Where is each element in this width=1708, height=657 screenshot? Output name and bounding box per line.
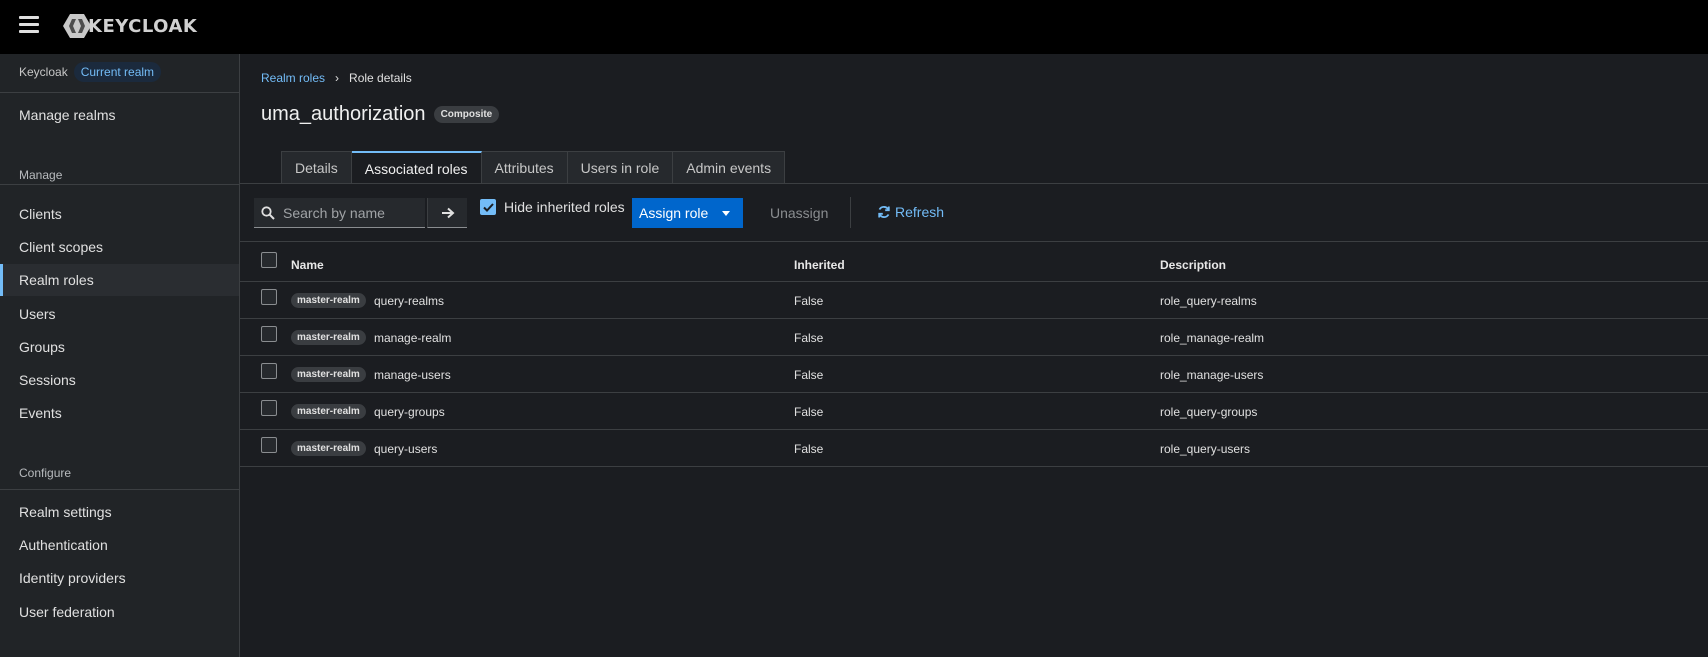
search-icon: [261, 205, 275, 220]
checkmark-icon: [482, 202, 494, 212]
role-name: query-realms: [374, 294, 445, 308]
sidebar-item-users[interactable]: Users: [0, 298, 239, 330]
chevron-right-icon: ›: [335, 71, 340, 85]
role-inherited: False: [794, 294, 824, 308]
masthead: KEYCLOAK: [0, 0, 1708, 54]
row-checkbox[interactable]: [261, 400, 277, 416]
client-badge: master-realm: [291, 441, 366, 456]
tabs-divider: [240, 183, 1708, 184]
arrow-right-icon: [441, 207, 454, 218]
sidebar-divider: [0, 184, 240, 185]
search-box: [254, 198, 425, 228]
role-description: role_query-users: [1160, 442, 1251, 456]
breadcrumb: Realm roles › Role details: [261, 71, 412, 85]
sidebar-item-groups[interactable]: Groups: [0, 331, 239, 363]
realm-selector[interactable]: Keycloak Current realm: [19, 62, 162, 82]
table-top-border: [240, 241, 1708, 242]
sidebar-item-client-scopes[interactable]: Client scopes: [0, 231, 239, 263]
row-checkbox[interactable]: [261, 437, 277, 453]
breadcrumb-current: Role details: [349, 71, 412, 85]
role-description: role_query-groups: [1160, 405, 1258, 419]
tab-users-in-role[interactable]: Users in role: [567, 151, 674, 184]
table-row-border: [240, 355, 1708, 356]
sidebar-item-authentication[interactable]: Authentication: [0, 529, 239, 561]
client-badge: master-realm: [291, 330, 366, 345]
caret-down-icon: [722, 210, 731, 216]
column-header-name[interactable]: Name: [291, 258, 324, 272]
sidebar-item-manage-realms[interactable]: Manage realms: [0, 99, 239, 131]
assign-role-label: Assign role: [639, 205, 709, 221]
hide-inherited-roles-toggle: Hide inherited roles: [480, 199, 625, 215]
role-description: role_manage-realm: [1160, 331, 1265, 345]
page-title: uma_authorization: [261, 103, 426, 125]
toolbar-divider: [850, 197, 851, 228]
search-submit-button[interactable]: [427, 198, 467, 228]
sidebar-item-identity-providers[interactable]: Identity providers: [0, 562, 239, 594]
sidebar-item-sessions[interactable]: Sessions: [0, 364, 239, 396]
role-name: query-users: [374, 442, 438, 456]
tab-associated-roles[interactable]: Associated roles: [351, 151, 482, 184]
tab-attributes[interactable]: Attributes: [481, 151, 568, 184]
table-row-border: [240, 429, 1708, 430]
refresh-button[interactable]: Refresh: [877, 204, 944, 220]
hamburger-menu-icon[interactable]: [19, 16, 39, 33]
tab-bar: Details Associated roles Attributes User…: [281, 151, 786, 184]
role-description: role_manage-users: [1160, 368, 1264, 382]
logo-text: KEYCLOAK: [88, 15, 198, 37]
client-badge: master-realm: [291, 404, 366, 419]
keycloak-logo[interactable]: KEYCLOAK: [62, 13, 197, 39]
sidebar-item-user-federation[interactable]: User federation: [0, 596, 239, 628]
role-name: query-groups: [374, 405, 445, 419]
sidebar-divider: [0, 92, 240, 93]
role-name: manage-users: [374, 368, 451, 382]
client-badge: master-realm: [291, 367, 366, 382]
breadcrumb-realm-roles-link[interactable]: Realm roles: [261, 71, 325, 85]
column-header-description: Description: [1160, 258, 1227, 272]
assign-role-button[interactable]: Assign role: [632, 198, 743, 228]
role-description: role_query-realms: [1160, 294, 1257, 308]
search-input[interactable]: [283, 204, 423, 221]
role-inherited: False: [794, 442, 824, 456]
sidebar-item-events[interactable]: Events: [0, 397, 239, 429]
refresh-icon: [878, 206, 890, 218]
table-row-border: [240, 318, 1708, 319]
tab-admin-events[interactable]: Admin events: [673, 151, 786, 184]
select-all-checkbox[interactable]: [261, 252, 277, 268]
current-realm-badge: Current realm: [73, 62, 162, 82]
sidebar-item-clients[interactable]: Clients: [0, 198, 239, 230]
sidebar-divider: [0, 489, 240, 490]
role-inherited: False: [794, 368, 824, 382]
composite-label: Composite: [433, 106, 500, 123]
realm-name: Keycloak: [19, 65, 68, 79]
hide-inherited-roles-checkbox[interactable]: [480, 199, 496, 215]
sidebar-item-realm-roles[interactable]: Realm roles: [0, 264, 239, 296]
search-group: [254, 198, 467, 228]
row-checkbox[interactable]: [261, 289, 277, 305]
page-header: uma_authorization Composite: [261, 103, 500, 126]
client-badge: master-realm: [291, 293, 366, 308]
table-bottom-border: [240, 466, 1708, 467]
sidebar-section-manage: Manage: [19, 168, 63, 182]
hide-inherited-roles-label: Hide inherited roles: [504, 199, 625, 215]
table-row-border: [240, 281, 1708, 282]
row-checkbox[interactable]: [261, 326, 277, 342]
role-name: manage-realm: [374, 331, 452, 345]
refresh-label: Refresh: [895, 204, 945, 220]
tab-details[interactable]: Details: [281, 151, 352, 184]
row-checkbox[interactable]: [261, 363, 277, 379]
sidebar-section-configure: Configure: [19, 466, 72, 480]
role-inherited: False: [794, 405, 824, 419]
role-inherited: False: [794, 331, 824, 345]
table-row-border: [240, 392, 1708, 393]
unassign-button[interactable]: Unassign: [770, 205, 828, 221]
sidebar-item-realm-settings[interactable]: Realm settings: [0, 496, 239, 528]
column-header-inherited: Inherited: [794, 258, 845, 272]
